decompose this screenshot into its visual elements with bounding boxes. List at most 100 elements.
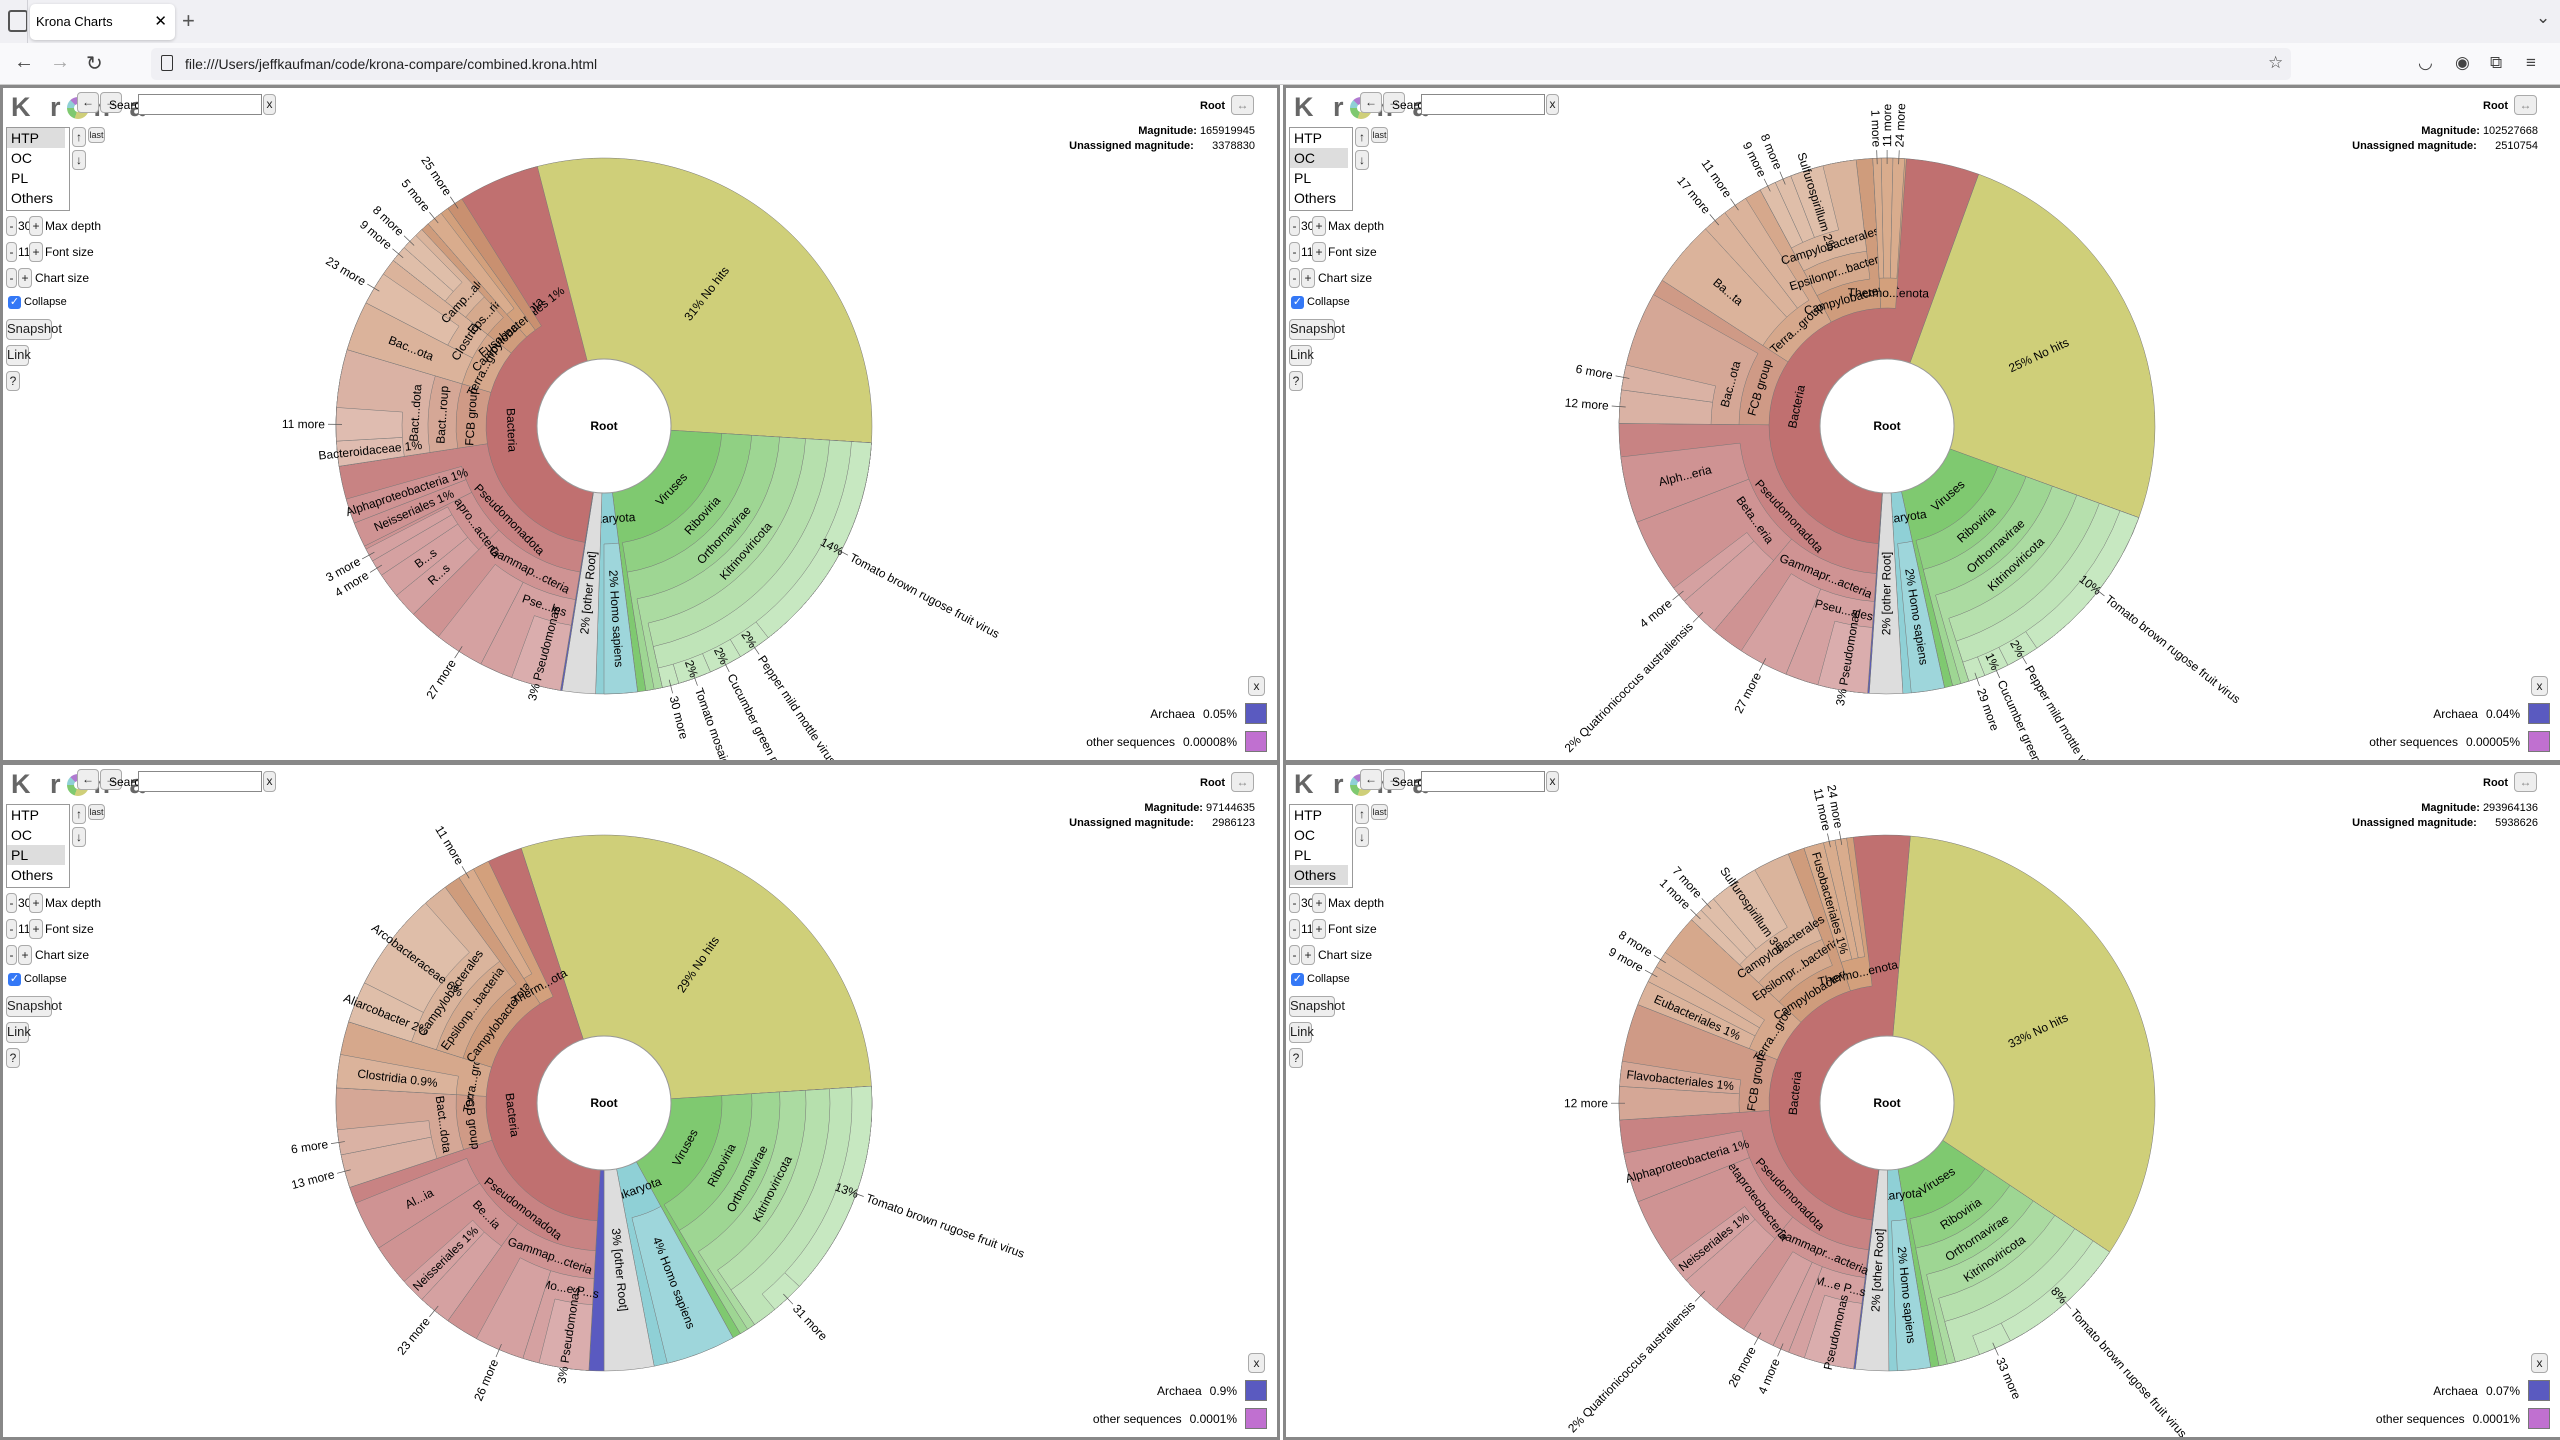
other-sequences-percent: 0.00005% bbox=[2465, 734, 2520, 749]
sunburst-chart[interactable]: 31% No hits14%Tomato brown rugose fruit … bbox=[3, 88, 1280, 763]
other-sequences-percent: 0.00008% bbox=[1182, 734, 1237, 749]
segment-outer-label: 6 more bbox=[1575, 362, 1615, 383]
segment-outer-label: 27 more bbox=[1731, 670, 1764, 716]
sunburst-chart[interactable]: 25% No hits10%Tomato brown rugose fruit … bbox=[1286, 88, 2560, 763]
segment-outer-label: 11 more bbox=[432, 823, 466, 867]
sunburst-chart[interactable]: 33% No hits8%Tomato brown rugose fruit v… bbox=[1286, 765, 2560, 1440]
menu-icon[interactable]: ≡ bbox=[2526, 53, 2536, 73]
other-sequences-swatch bbox=[2528, 1408, 2550, 1429]
segment-outer-label: 17 more bbox=[1674, 174, 1713, 217]
segment-outer-label: 24 more bbox=[1892, 103, 1908, 148]
pocket-icon[interactable]: ◡ bbox=[2418, 53, 2433, 73]
segment-outer-label: 23 more bbox=[394, 1314, 433, 1357]
archaea-swatch bbox=[1245, 703, 1267, 724]
krona-panel: K rn a ← → Search: x HTP OC PL Others ↑ ↓ l… bbox=[0, 762, 1280, 1440]
close-tab-icon[interactable]: ✕ bbox=[154, 12, 167, 30]
segment-outer-label: 12 more bbox=[1564, 1096, 1608, 1110]
other-sequences-label: other sequences bbox=[2375, 1411, 2465, 1426]
archaea-percent: 0.04% bbox=[2485, 706, 2520, 721]
legend-close-button[interactable]: x bbox=[2531, 1353, 2548, 1373]
other-sequences-label: other sequences bbox=[2369, 734, 2458, 749]
segment-outer-label: 30 more bbox=[667, 694, 692, 740]
segment-outer-label: 29 more bbox=[1974, 686, 2002, 732]
archaea-swatch bbox=[2528, 1380, 2550, 1401]
back-icon[interactable]: ← bbox=[14, 51, 34, 74]
segment-outer-label: 23 more bbox=[323, 254, 368, 289]
root-label: Root bbox=[1873, 1096, 1900, 1110]
archaea-percent: 0.07% bbox=[2485, 1383, 2520, 1398]
other-sequences-swatch bbox=[1245, 1408, 1267, 1429]
archaea-label: Archaea bbox=[2433, 1383, 2478, 1398]
segment-outer-label: 25 more bbox=[418, 154, 454, 199]
segment-outer-label: 12 more bbox=[1564, 396, 1609, 413]
other-sequences-percent: 0.0001% bbox=[1189, 1411, 1237, 1426]
archaea-label: Archaea bbox=[2433, 706, 2478, 721]
reload-icon[interactable]: ↻ bbox=[86, 51, 103, 76]
legend-archaea[interactable]: Archaea 0.05% bbox=[1150, 703, 1267, 724]
segment-outer-label: Tomato brown rugose fruit virus bbox=[2103, 592, 2244, 706]
segment-outer-label: 26 more bbox=[471, 1357, 501, 1403]
legend-other-sequences[interactable]: other sequences 0.0001% bbox=[1093, 1408, 1267, 1429]
segment-outer-label: 13 more bbox=[290, 1167, 336, 1192]
krona-panel: K rn a ← → Search: x HTP OC PL Others ↑ ↓ l… bbox=[1283, 85, 2560, 763]
krona-panel: K rn a ← → Search: x HTP OC PL Others ↑ ↓ l… bbox=[0, 85, 1280, 763]
legend-close-button[interactable]: x bbox=[2531, 676, 2548, 696]
archaea-label: Archaea bbox=[1150, 706, 1195, 721]
segment-outer-label: Tomato brown rugose fruit virus bbox=[847, 550, 1001, 641]
divider bbox=[27, 0, 28, 43]
segment-outer-label: Tomato brown rugose fruit virus bbox=[864, 1191, 1026, 1261]
segment-outer-label: 2% Quatrionicoccus australiensis bbox=[1562, 620, 1696, 756]
tab-list-chevron-icon[interactable]: ⌄ bbox=[2536, 8, 2550, 28]
bookmark-star-icon[interactable]: ☆ bbox=[2268, 53, 2283, 73]
tab-bar: Krona Charts ✕ + ⌄ bbox=[0, 0, 2560, 43]
krona-panel: K rn a ← → Search: x HTP OC PL Others ↑ ↓ l… bbox=[1283, 762, 2560, 1440]
segment-outer-label: 31 more bbox=[790, 1302, 831, 1344]
archaea-label: Archaea bbox=[1156, 1383, 1202, 1398]
legend-close-button[interactable]: x bbox=[1248, 676, 1265, 696]
tab-krona-charts[interactable]: Krona Charts ✕ bbox=[30, 4, 175, 40]
root-label: Root bbox=[590, 1096, 617, 1110]
other-sequences-percent: 0.0001% bbox=[2472, 1411, 2520, 1426]
archaea-percent: 0.05% bbox=[1202, 706, 1237, 721]
sunburst-chart[interactable]: 29% No hits13%Tomato brown rugose fruit … bbox=[3, 765, 1280, 1440]
legend-archaea[interactable]: Archaea 0.07% bbox=[2433, 1380, 2550, 1401]
tab-title: Krona Charts bbox=[36, 14, 113, 29]
legend-other-sequences[interactable]: other sequences 0.00008% bbox=[1086, 731, 1267, 752]
url-bar[interactable]: file:///Users/jeffkaufman/code/krona-com… bbox=[151, 48, 2291, 80]
segment-outer-label: 6 more bbox=[290, 1137, 329, 1156]
account-icon[interactable]: ◉ bbox=[2455, 53, 2470, 73]
archaea-percent: 0.9% bbox=[1209, 1383, 1237, 1398]
segment-outer-label: 5 more bbox=[398, 177, 433, 215]
segment-11-more[interactable] bbox=[335, 407, 403, 442]
other-sequences-label: other sequences bbox=[1086, 734, 1175, 749]
segment-label: Bacteria bbox=[504, 408, 520, 453]
segment-label: Thermo...enota bbox=[1848, 286, 1930, 301]
extensions-icon[interactable]: ⧉ bbox=[2490, 53, 2502, 73]
segment-outer-label: 4 more bbox=[1637, 596, 1675, 631]
root-label: Root bbox=[1873, 419, 1900, 433]
segment-outer-label: 27 more bbox=[423, 657, 459, 702]
segment-outer-label: 4 more bbox=[1755, 1356, 1783, 1396]
segment-outer-label: 26 more bbox=[1725, 1344, 1759, 1390]
segment-outer-label: 2% Quatrionicoccus australiensis bbox=[1565, 1299, 1698, 1436]
archaea-swatch bbox=[2528, 703, 2550, 724]
legend-other-sequences[interactable]: other sequences 0.0001% bbox=[2376, 1408, 2550, 1429]
archaea-swatch bbox=[1245, 1380, 1267, 1401]
other-sequences-label: other sequences bbox=[1092, 1411, 1182, 1426]
segment-outer-label: 11 more bbox=[1699, 157, 1735, 201]
legend-close-button[interactable]: x bbox=[1248, 1353, 1265, 1373]
navigation-bar: ← → ↻ file:///Users/jeffkaufman/code/kro… bbox=[0, 43, 2560, 85]
segment-label: 2% [other Root] bbox=[1879, 552, 1893, 635]
page-icon bbox=[161, 55, 173, 71]
other-sequences-swatch bbox=[1245, 731, 1267, 752]
new-tab-icon[interactable]: + bbox=[182, 8, 195, 34]
sidebar-toggle-icon[interactable] bbox=[8, 10, 28, 32]
forward-icon[interactable]: → bbox=[50, 51, 70, 74]
legend-other-sequences[interactable]: other sequences 0.00005% bbox=[2369, 731, 2550, 752]
legend-archaea[interactable]: Archaea 0.9% bbox=[1157, 1380, 1267, 1401]
other-sequences-swatch bbox=[2528, 731, 2550, 752]
root-label: Root bbox=[590, 419, 617, 433]
segment-outer-label: Tomato brown rugose fruit virus bbox=[2068, 1306, 2190, 1440]
segment-outer-label: 33 more bbox=[1993, 1355, 2024, 1401]
legend-archaea[interactable]: Archaea 0.04% bbox=[2433, 703, 2550, 724]
